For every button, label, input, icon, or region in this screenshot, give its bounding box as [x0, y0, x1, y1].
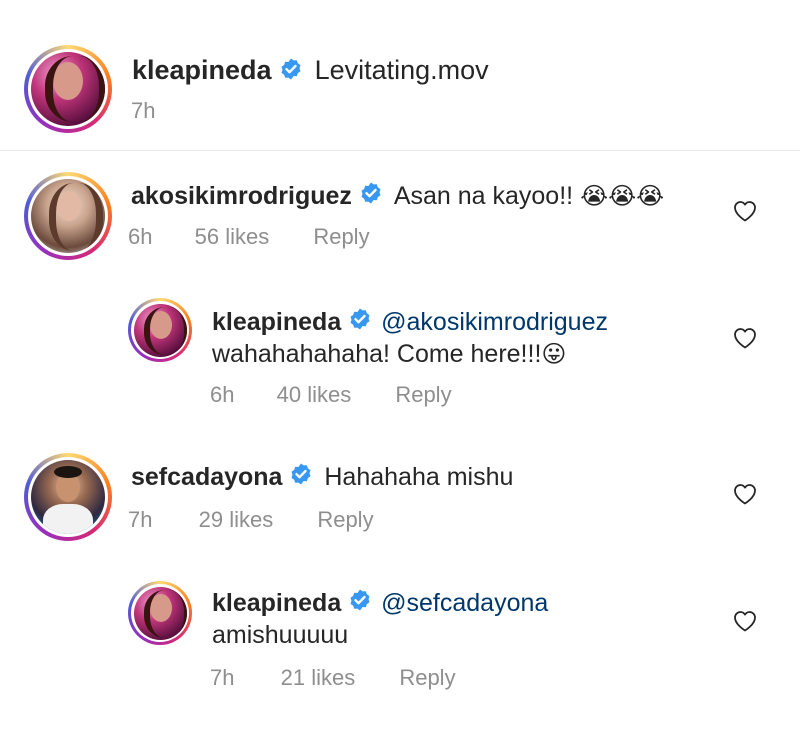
- comment-text: amishuuuuu: [212, 621, 349, 649]
- comment-time: 7h: [128, 507, 153, 532]
- verified-badge-icon: [279, 55, 303, 89]
- comment-reply: kleapineda @akosikimrodriguez wahahahaha…: [0, 292, 800, 422]
- post-caption: kleapineda Levitating.mov 7h: [0, 0, 800, 150]
- verified-badge-icon: [359, 181, 383, 213]
- divider: [0, 150, 800, 151]
- comment-likes[interactable]: 21 likes: [281, 665, 356, 691]
- mention-link[interactable]: @sefcadayona: [381, 589, 548, 617]
- reply-button[interactable]: Reply: [317, 507, 373, 533]
- avatar[interactable]: [128, 298, 192, 362]
- crying-face-emoji: 😭😭😭: [580, 183, 665, 211]
- comment-text: Hahahaha mishu: [324, 463, 514, 491]
- comment-text: Asan na kayoo!!: [393, 182, 574, 210]
- mention-link[interactable]: @akosikimrodriguez: [381, 308, 608, 336]
- reply-button[interactable]: Reply: [399, 665, 455, 691]
- comment-username[interactable]: akosikimrodriguez: [131, 182, 352, 210]
- comment-likes[interactable]: 29 likes: [199, 507, 274, 533]
- comment: akosikimrodriguez Asan na kayoo!! 😭😭😭 6h…: [0, 160, 800, 280]
- comment-time: 6h: [210, 382, 235, 407]
- post-caption-text: Levitating.mov: [314, 55, 489, 85]
- reply-button[interactable]: Reply: [313, 224, 369, 250]
- avatar[interactable]: [24, 172, 112, 260]
- comment: sefcadayona Hahahaha mishu 7h 29 likes R…: [0, 445, 800, 565]
- comment-username[interactable]: sefcadayona: [131, 463, 282, 491]
- comment-time: 7h: [210, 665, 235, 690]
- avatar[interactable]: [128, 581, 192, 645]
- comment-likes[interactable]: 40 likes: [277, 382, 352, 408]
- heart-outline-icon[interactable]: [733, 610, 757, 637]
- comment-reply: kleapineda @sefcadayona amishuuuuu 7h 21…: [0, 575, 800, 705]
- avatar[interactable]: [24, 45, 112, 133]
- reply-button[interactable]: Reply: [395, 382, 451, 408]
- post-username[interactable]: kleapineda: [132, 55, 272, 85]
- verified-badge-icon: [348, 307, 372, 339]
- comment-username[interactable]: kleapineda: [212, 308, 341, 336]
- tongue-face-emoji: 😛: [541, 341, 567, 369]
- verified-badge-icon: [348, 588, 372, 620]
- comment-time: 6h: [128, 224, 153, 249]
- comment-likes[interactable]: 56 likes: [195, 224, 270, 250]
- heart-outline-icon[interactable]: [733, 200, 757, 227]
- heart-outline-icon[interactable]: [733, 327, 757, 354]
- heart-outline-icon[interactable]: [733, 483, 757, 510]
- comment-text: wahahahahaha! Come here!!!: [212, 340, 542, 368]
- verified-badge-icon: [289, 462, 313, 494]
- comment-username[interactable]: kleapineda: [212, 589, 341, 617]
- post-time: 7h: [131, 98, 156, 123]
- avatar[interactable]: [24, 453, 112, 541]
